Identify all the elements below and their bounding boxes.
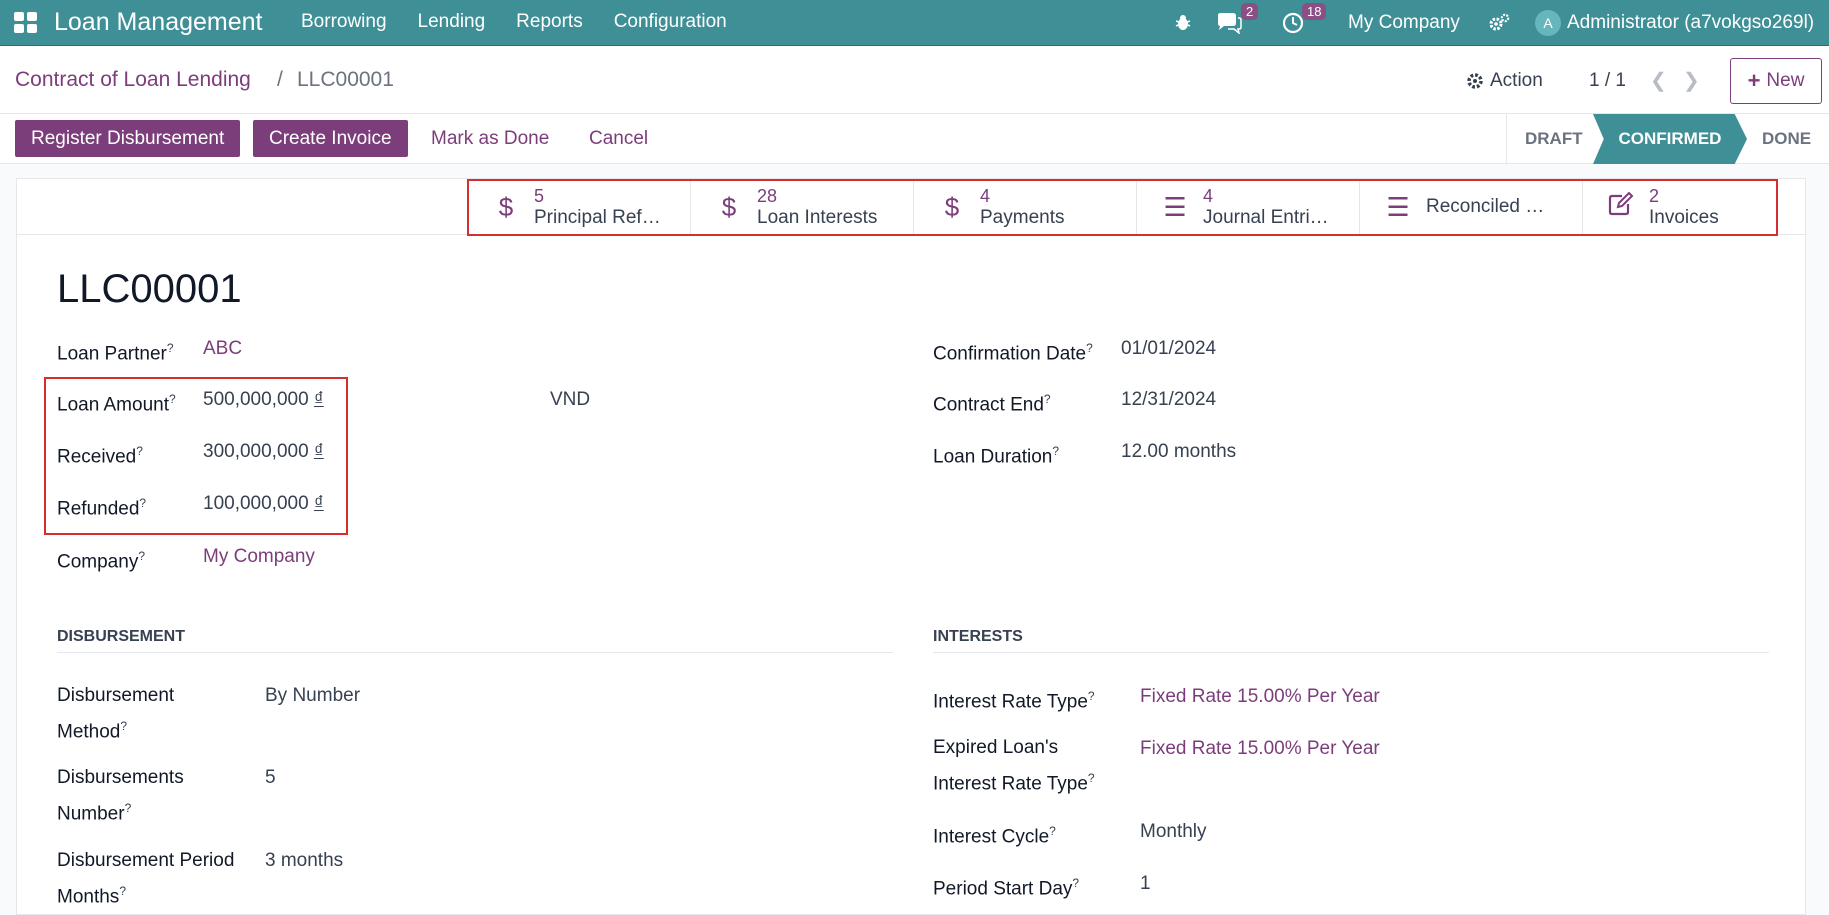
- stage-done[interactable]: DONE: [1762, 114, 1811, 164]
- interest-rate-type-label: Interest Rate Type?: [933, 689, 1095, 713]
- disbursements-number-label: Disbursements Number?: [57, 767, 184, 825]
- currency-value[interactable]: VND: [550, 385, 590, 415]
- new-button[interactable]: + New: [1730, 58, 1822, 104]
- user-name: Administrator (a7vokgso269l): [1567, 12, 1815, 33]
- disbursement-method-value[interactable]: By Number: [265, 681, 360, 711]
- gear-icon: [1467, 73, 1483, 89]
- disbursements-number-value[interactable]: 5: [265, 763, 276, 793]
- messages-count-badge: 2: [1241, 3, 1259, 20]
- pager-next-icon[interactable]: ❯: [1683, 68, 1700, 93]
- breadcrumb-separator: /: [277, 68, 283, 91]
- stage-confirmed[interactable]: CONFIRMED: [1593, 114, 1747, 164]
- new-label: New: [1766, 70, 1805, 91]
- breadcrumb-parent[interactable]: Contract of Loan Lending: [15, 68, 251, 92]
- company-switcher[interactable]: My Company: [1348, 0, 1460, 46]
- user-menu[interactable]: A Administrator (a7vokgso269l): [1535, 0, 1814, 46]
- plus-icon: +: [1747, 68, 1761, 93]
- register-disbursement-button[interactable]: Register Disbursement: [15, 120, 241, 157]
- disbursement-method-label: Disbursement Method?: [57, 685, 175, 743]
- company-label: Company?: [57, 549, 146, 573]
- avatar: A: [1535, 10, 1561, 36]
- period-start-day-label: Period Start Day?: [933, 876, 1080, 900]
- loan-partner-value[interactable]: ABC: [203, 334, 242, 364]
- loan-duration-label: Loan Duration?: [933, 444, 1060, 468]
- menu-reports[interactable]: Reports: [516, 11, 583, 33]
- expired-interest-rate-type-label: Expired Loan's Interest Rate Type?: [933, 737, 1095, 795]
- create-invoice-button[interactable]: Create Invoice: [253, 120, 408, 157]
- breadcrumb-current: LLC00001: [297, 68, 394, 91]
- action-menu-button[interactable]: Action: [1466, 70, 1543, 92]
- smart-buttons-highlight-box: [467, 179, 1778, 236]
- interest-cycle-value[interactable]: Monthly: [1140, 817, 1207, 847]
- disbursement-period-label: Disbursement Period Months?: [57, 850, 235, 908]
- activities-count-badge: 18: [1302, 3, 1327, 20]
- mark-as-done-button[interactable]: Mark as Done: [431, 128, 549, 150]
- record-title: LLC00001: [57, 267, 242, 311]
- stage-divider: [1506, 114, 1507, 164]
- app-title[interactable]: Loan Management: [54, 8, 262, 37]
- menu-lending[interactable]: Lending: [418, 11, 486, 33]
- loan-partner-label: Loan Partner?: [57, 341, 174, 365]
- pager-previous-icon[interactable]: ❮: [1650, 68, 1667, 93]
- disbursement-section-title: DISBURSEMENT: [57, 628, 186, 645]
- form-sheet: $ 5 Principal Ref… $ 28 Loan Interests $ 4…: [16, 178, 1807, 915]
- contract-end-value[interactable]: 12/31/2024: [1121, 385, 1216, 415]
- debug-icon[interactable]: [1173, 0, 1193, 46]
- expired-interest-rate-type-value[interactable]: Fixed Rate 15.00% Per Year: [1140, 734, 1380, 764]
- menu-borrowing[interactable]: Borrowing: [301, 11, 387, 33]
- interest-rate-type-value[interactable]: Fixed Rate 15.00% Per Year: [1140, 682, 1380, 712]
- company-value[interactable]: My Company: [203, 542, 315, 572]
- activities-clock-icon[interactable]: [1282, 0, 1304, 46]
- confirmation-date-label: Confirmation Date?: [933, 341, 1093, 365]
- contract-end-label: Contract End?: [933, 392, 1051, 416]
- amounts-highlight-box: [44, 377, 348, 535]
- top-menu: Borrowing Lending Reports Configuration: [301, 11, 758, 33]
- form-statusbar: Register Disbursement Create Invoice Mar…: [0, 114, 1829, 164]
- apps-grid-icon[interactable]: [14, 12, 38, 34]
- section-divider: [933, 652, 1769, 653]
- section-divider: [57, 652, 893, 653]
- period-start-day-value[interactable]: 1: [1140, 869, 1151, 899]
- messages-icon[interactable]: [1216, 0, 1242, 46]
- confirmation-date-value[interactable]: 01/01/2024: [1121, 334, 1216, 364]
- disbursement-period-value[interactable]: 3 months: [265, 846, 343, 876]
- control-panel: Contract of Loan Lending / LLC00001 Acti…: [0, 46, 1829, 114]
- interest-cycle-label: Interest Cycle?: [933, 824, 1056, 848]
- menu-configuration[interactable]: Configuration: [614, 11, 727, 33]
- stage-draft[interactable]: DRAFT: [1525, 114, 1583, 164]
- action-label: Action: [1490, 70, 1543, 91]
- pager-value[interactable]: 1 / 1: [1589, 70, 1626, 92]
- smart-buttons-row: $ 5 Principal Ref… $ 28 Loan Interests $ 4…: [17, 179, 1807, 236]
- top-navbar: Loan Management Borrowing Lending Report…: [0, 0, 1829, 46]
- interests-section-title: INTERESTS: [933, 628, 1023, 645]
- settings-gears-icon[interactable]: [1488, 0, 1510, 46]
- loan-duration-value: 12.00 months: [1121, 441, 1237, 462]
- cancel-button[interactable]: Cancel: [589, 128, 648, 150]
